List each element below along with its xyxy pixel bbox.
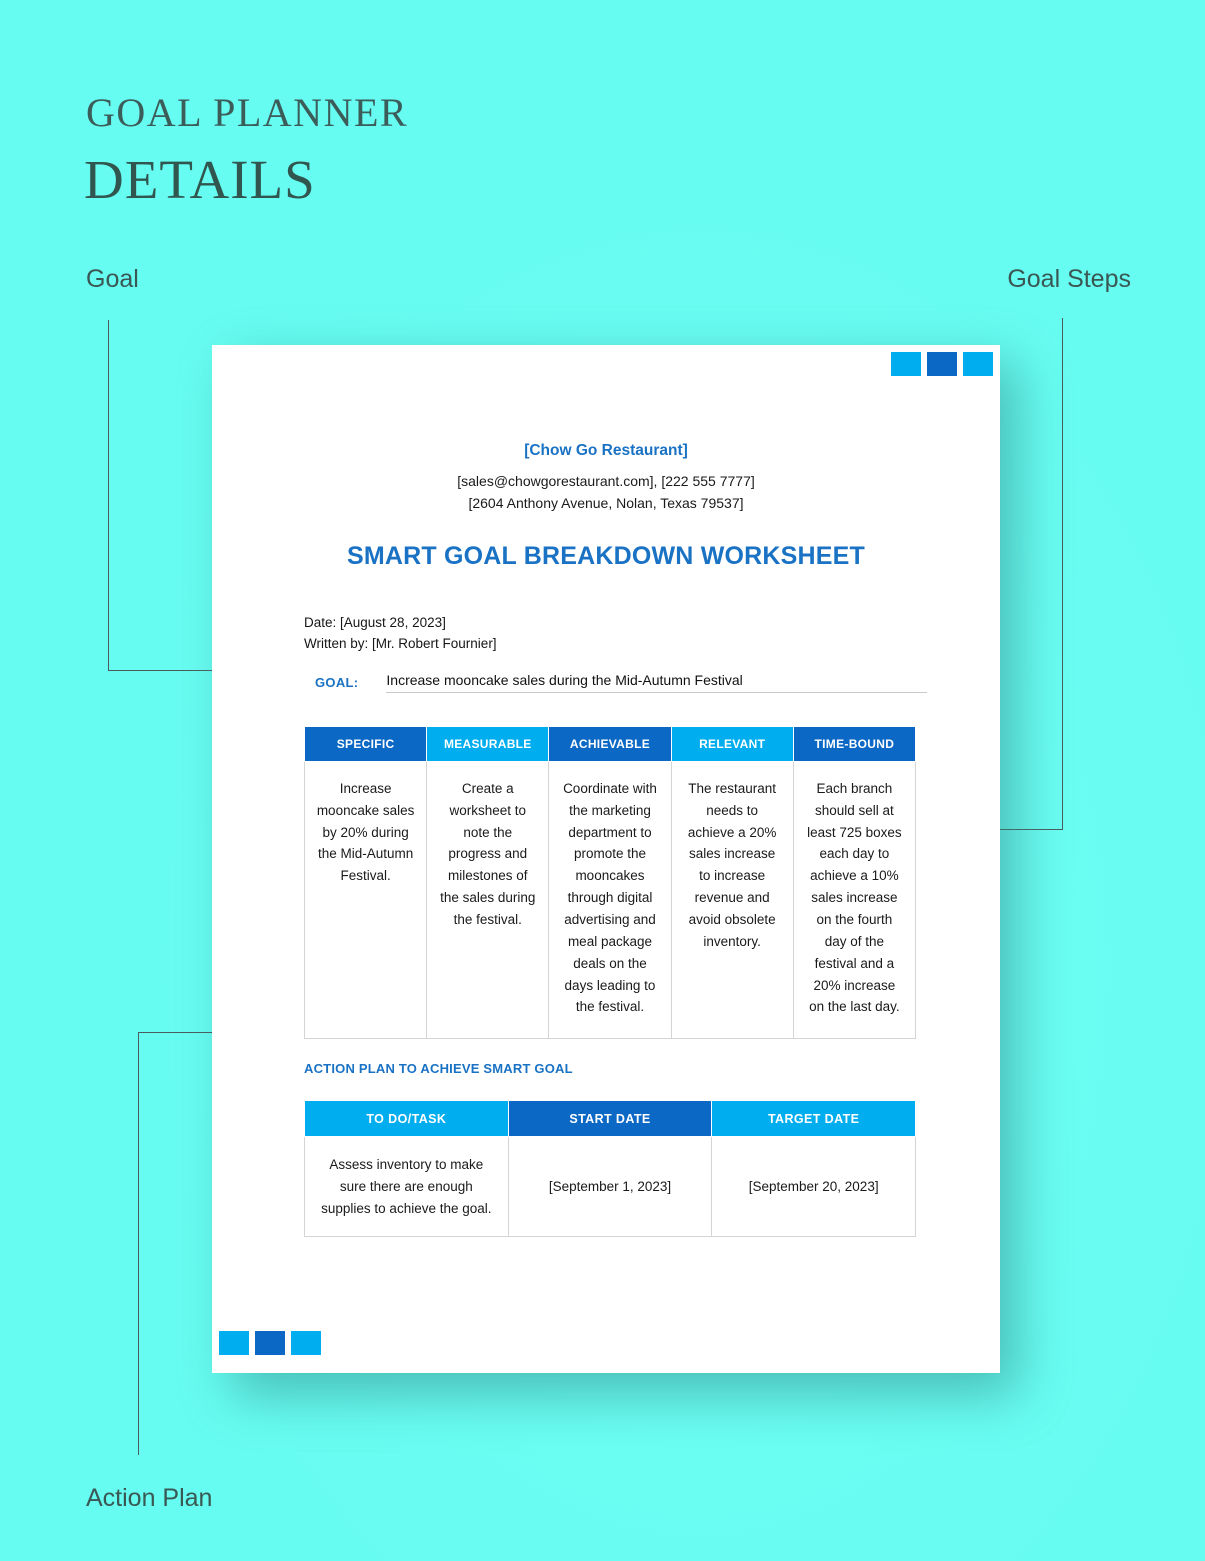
smart-header-specific: SPECIFIC [303, 725, 428, 762]
callout-label-goal-steps: Goal Steps [1007, 265, 1131, 293]
contact-email-phone: [sales@chowgorestaurant.com], [222 555 7… [457, 473, 755, 489]
smart-table-header-row: SPECIFIC MEASURABLE ACHIEVABLE RELEVANT … [303, 725, 917, 762]
action-header-start-date: START DATE [507, 1100, 713, 1138]
action-cell-task[interactable]: Assess inventory to make sure there are … [304, 1136, 509, 1238]
goal-field-value[interactable]: Increase mooncake sales during the Mid-A… [386, 672, 927, 693]
action-table-header-row: TO DO/TASK START DATE TARGET DATE [304, 1100, 916, 1138]
smart-cell-achievable[interactable]: Coordinate with the marketing department… [548, 760, 672, 1040]
goal-field-label: GOAL: [315, 674, 359, 690]
company-name: [Chow Go Restaurant] [524, 442, 688, 459]
action-cell-start-date[interactable]: [September 1, 2023] [507, 1136, 713, 1238]
page-title-goal-planner: GOAL PLANNER [86, 90, 409, 135]
smart-cell-measurable[interactable]: Create a worksheet to note the progress … [426, 760, 550, 1040]
document-title: SMART GOAL BREAKDOWN WORKSHEET [346, 542, 866, 571]
goal-field-row: GOAL: Increase mooncake sales during the… [315, 672, 927, 693]
contact-address: [2604 Anthony Avenue, Nolan, Texas 79537… [468, 494, 744, 511]
action-header-target-date: TARGET DATE [711, 1100, 916, 1138]
smart-cell-time-bound[interactable]: Each branch should sell at least 725 box… [792, 760, 917, 1040]
connector-line-goal-steps-vertical [1062, 318, 1063, 830]
smart-header-time-bound: TIME-BOUND [792, 725, 917, 762]
document-meta: Date: [August 28, 2023] Written by: [Mr.… [304, 613, 1000, 654]
decoration-squares-bottom-left [219, 1331, 321, 1355]
smart-header-measurable: MEASURABLE [426, 725, 550, 762]
table-row: Increase mooncake sales by 20% during th… [303, 760, 917, 1040]
decoration-square-dark [255, 1331, 285, 1355]
connector-line-action-plan-vertical [138, 1032, 139, 1455]
decoration-square-light [219, 1331, 249, 1355]
callout-label-action-plan: Action Plan [86, 1484, 213, 1512]
smart-cell-relevant[interactable]: The restaurant needs to achieve a 20% sa… [670, 760, 794, 1040]
meta-date: Date: [August 28, 2023] [304, 615, 446, 631]
callout-label-goal: Goal [86, 265, 139, 293]
smart-goal-table: SPECIFIC MEASURABLE ACHIEVABLE RELEVANT … [303, 725, 917, 1040]
company-contact: [sales@chowgorestaurant.com], [222 555 7… [212, 471, 1000, 514]
meta-written-by: Written by: [Mr. Robert Fournier] [304, 635, 497, 651]
action-plan-heading: ACTION PLAN TO ACHIEVE SMART GOAL [304, 1061, 573, 1077]
page-title-details: DETAILS [84, 149, 316, 210]
smart-header-achievable: ACHIEVABLE [548, 725, 672, 762]
document-page: [Chow Go Restaurant] [sales@chowgorestau… [212, 345, 1000, 1373]
decoration-square-light [291, 1331, 321, 1355]
action-plan-table: TO DO/TASK START DATE TARGET DATE Assess… [304, 1100, 916, 1238]
action-cell-target-date[interactable]: [September 20, 2023] [711, 1136, 916, 1238]
connector-line-goal-vertical [108, 320, 109, 671]
smart-header-relevant: RELEVANT [670, 725, 794, 762]
table-row: Assess inventory to make sure there are … [304, 1136, 916, 1238]
action-header-task: TO DO/TASK [304, 1100, 509, 1138]
smart-cell-specific[interactable]: Increase mooncake sales by 20% during th… [303, 760, 428, 1040]
